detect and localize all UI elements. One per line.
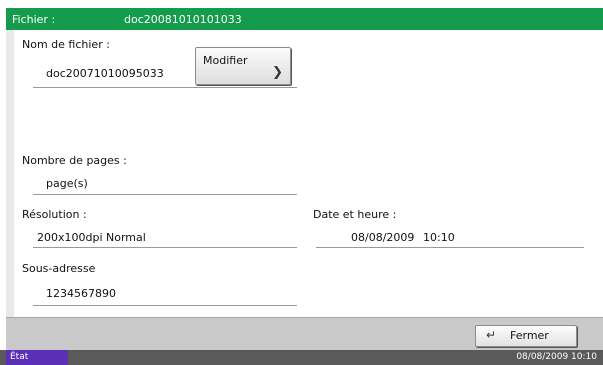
status-label: État xyxy=(10,352,29,362)
close-button-label: Fermer xyxy=(510,329,549,342)
resolution-underline xyxy=(33,247,297,248)
filename-value: doc20071010095033 xyxy=(46,67,164,80)
pages-value: page(s) xyxy=(46,177,88,190)
details-panel: Nom de fichier : doc20071010095033 Nombr… xyxy=(14,30,603,325)
modify-button-label: Modifier xyxy=(203,54,248,67)
filename-underline xyxy=(33,87,297,88)
status-bar: État 08/08/2009 10:10 xyxy=(0,350,603,365)
file-name-value: doc20081010101033 xyxy=(124,13,242,26)
modify-filename-button[interactable]: Modifier ❯ xyxy=(195,47,291,85)
dialog-frame: Fichier : doc20081010101033 Nom de fichi… xyxy=(6,8,603,349)
datetime-label: Date et heure : xyxy=(313,208,397,221)
resolution-value: 200x100dpi Normal xyxy=(37,231,146,244)
subaddress-value: 1234567890 xyxy=(46,287,116,300)
subaddress-label: Sous-adresse xyxy=(22,262,96,275)
file-title-bar: Fichier : doc20081010101033 xyxy=(6,8,603,30)
status-datetime: 08/08/2009 10:10 xyxy=(516,352,597,362)
filename-label: Nom de fichier : xyxy=(22,38,110,51)
resolution-label: Résolution : xyxy=(22,208,87,221)
status-button[interactable]: État xyxy=(6,350,68,365)
subaddress-underline xyxy=(33,305,297,306)
time-value: 10:10 xyxy=(423,231,455,244)
date-value: 08/08/2009 xyxy=(351,231,415,244)
pages-underline xyxy=(33,194,297,195)
file-label: Fichier : xyxy=(12,13,56,26)
enter-return-icon: ↵ xyxy=(486,328,497,342)
chevron-right-icon: ❯ xyxy=(272,65,283,80)
pages-label: Nombre de pages : xyxy=(22,154,127,167)
close-button[interactable]: ↵ Fermer xyxy=(475,325,577,347)
datetime-underline xyxy=(316,247,584,248)
